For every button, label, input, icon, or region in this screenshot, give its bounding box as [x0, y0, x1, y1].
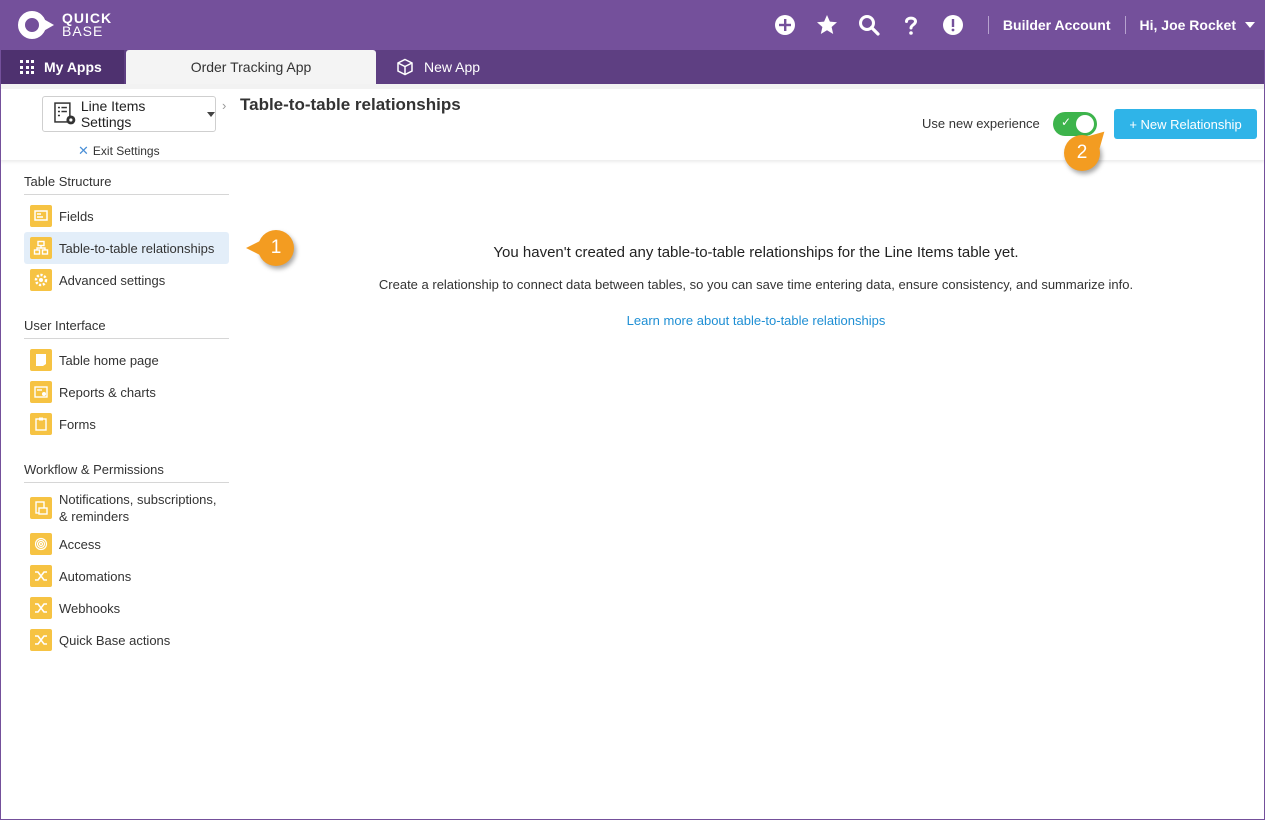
logo-icon [18, 11, 56, 39]
sidebar-item-label: Forms [59, 416, 96, 432]
sidebar-item-label: Webhooks [59, 600, 121, 616]
alert-icon[interactable] [932, 0, 974, 50]
sidebar-item-label: Quick Base actions [59, 632, 171, 648]
relationships-icon [30, 237, 52, 259]
learn-more-link[interactable]: Learn more about table-to-table relation… [240, 313, 1265, 328]
sidebar-item-automations[interactable]: Automations [24, 560, 229, 592]
callout-2-number: 2 [1076, 142, 1088, 163]
clipboard-icon [30, 413, 52, 435]
close-icon: ✕ [78, 143, 89, 158]
new-experience-label: Use new experience [922, 116, 1040, 131]
star-icon[interactable] [806, 0, 848, 50]
cube-icon [397, 58, 413, 76]
shuffle-icon [30, 629, 52, 651]
sidebar-item-label: Access [59, 536, 101, 552]
sidebar-section-table-structure: Table Structure Fields Table-to-table re… [24, 174, 229, 296]
settings-list-icon [54, 102, 76, 125]
sidebar-item-label: Notifications, subscriptions, [59, 492, 217, 507]
home-page-icon [30, 349, 52, 371]
sidebar-section-user-interface: User Interface Table home page Reports &… [24, 318, 229, 440]
app-tab-bar: My Apps Order Tracking App New App [0, 50, 1265, 84]
user-menu[interactable]: Hi, Joe Rocket [1140, 17, 1255, 33]
sidebar-item-label: Automations [59, 568, 132, 584]
sidebar-item-label: & reminders [59, 509, 130, 524]
notifications-icon [30, 497, 52, 519]
settings-sidebar: Table Structure Fields Table-to-table re… [24, 174, 229, 678]
plus-circle-icon[interactable] [764, 0, 806, 50]
tab-new-app[interactable]: New App [396, 50, 536, 84]
callout-1-number: 1 [270, 237, 282, 258]
sidebar-item-label: Table home page [59, 352, 159, 368]
tab-my-apps[interactable]: My Apps [0, 50, 124, 84]
gear-icon [30, 269, 52, 291]
sidebar-item-quickbase-actions[interactable]: Quick Base actions [24, 624, 229, 656]
tab-new-app-label: New App [424, 59, 481, 75]
sidebar-item-forms[interactable]: Forms [24, 408, 229, 440]
logo-text-line2: BASE [62, 23, 104, 39]
chevron-down-icon [207, 111, 215, 117]
sidebar-item-label: Fields [59, 208, 94, 224]
builder-account-link[interactable]: Builder Account [1003, 17, 1111, 33]
fingerprint-icon [30, 533, 52, 555]
sidebar-item-advanced-settings[interactable]: Advanced settings [24, 264, 229, 296]
breadcrumb-chevron-icon: › [222, 98, 227, 113]
tab-order-tracking-app[interactable]: Order Tracking App [126, 50, 376, 84]
callout-marker-1: 1 [246, 230, 294, 266]
empty-state-title: You haven't created any table-to-table r… [493, 244, 1019, 261]
shuffle-icon [30, 597, 52, 619]
sidebar-item-relationships[interactable]: Table-to-table relationships [24, 232, 229, 264]
divider [1124, 16, 1126, 34]
exit-settings-link[interactable]: ✕ Exit Settings [78, 143, 160, 159]
settings-dropdown-label: Line Items Settings [80, 98, 146, 130]
reports-icon [30, 381, 52, 403]
fields-icon [30, 205, 52, 227]
new-relationship-button[interactable]: + New Relationship [1114, 109, 1257, 139]
tab-order-tracking-label: Order Tracking App [190, 59, 312, 75]
help-icon[interactable] [890, 0, 932, 50]
sidebar-section-title: Table Structure [24, 174, 229, 195]
callout-marker-2: 2 [1064, 124, 1112, 171]
top-bar: QUICK BASE Builder Account Hi, Joe Rocke… [0, 0, 1265, 50]
user-greeting: Hi, Joe Rocket [1139, 17, 1236, 33]
settings-dropdown[interactable]: Line Items Settings [42, 96, 216, 132]
sidebar-item-reports-charts[interactable]: Reports & charts [24, 376, 229, 408]
sidebar-item-notifications[interactable]: Notifications, subscriptions, & reminders [24, 488, 229, 528]
sidebar-section-workflow: Workflow & Permissions Notifications, su… [24, 462, 229, 656]
empty-state-description: Create a relationship to connect data be… [378, 277, 1134, 292]
sidebar-item-label-wrap: Notifications, subscriptions, & reminders [59, 491, 217, 525]
search-icon[interactable] [848, 0, 890, 50]
sidebar-item-fields[interactable]: Fields [24, 200, 229, 232]
sidebar-section-title: Workflow & Permissions [24, 462, 229, 483]
chevron-down-icon [1245, 22, 1255, 28]
check-icon: ✓ [1061, 115, 1072, 129]
shuffle-icon [30, 565, 52, 587]
sidebar-item-label: Advanced settings [59, 272, 166, 288]
sidebar-section-title: User Interface [24, 318, 229, 339]
app-grid-icon [20, 60, 34, 74]
sidebar-item-access[interactable]: Access [24, 528, 229, 560]
quickbase-logo[interactable]: QUICK BASE [18, 11, 112, 39]
divider [987, 16, 989, 34]
sidebar-item-label: Reports & charts [59, 384, 156, 400]
page-title: Table-to-table relationships [240, 95, 461, 114]
sidebar-item-webhooks[interactable]: Webhooks [24, 592, 229, 624]
sidebar-item-table-home-page[interactable]: Table home page [24, 344, 229, 376]
tab-my-apps-label: My Apps [44, 59, 102, 75]
sidebar-item-label: Table-to-table relationships [59, 240, 215, 256]
exit-settings-label: Exit Settings [92, 144, 160, 158]
